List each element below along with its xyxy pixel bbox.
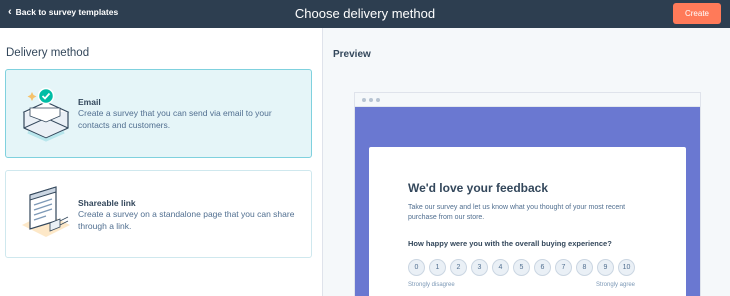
- survey-heading: We'd love your feedback: [408, 181, 549, 195]
- window-dot-icon: [369, 98, 373, 102]
- delivery-method-panel: Delivery method Email Create a survey th…: [0, 28, 322, 296]
- rating-scale: 0 1 2 3 4 5 6 7 8 9 10: [408, 259, 635, 276]
- top-bar: ‹ Back to survey templates Choose delive…: [0, 0, 730, 28]
- email-option-description: Create a survey that you can send via em…: [78, 108, 272, 130]
- preview-panel: Preview We'd love your feedback Take our…: [323, 28, 730, 296]
- scale-low-label: Strongly disagree: [408, 282, 455, 288]
- window-dot-icon: [362, 98, 366, 102]
- browser-bar: [355, 93, 700, 107]
- rating-option-8[interactable]: 8: [576, 259, 593, 276]
- create-button[interactable]: Create: [673, 3, 721, 24]
- email-option-title: Email: [78, 97, 101, 107]
- delivery-option-email[interactable]: Email Create a survey that you can send …: [5, 69, 312, 158]
- delivery-option-shareable-link[interactable]: Shareable link Create a survey on a stan…: [5, 170, 312, 258]
- rating-option-5[interactable]: 5: [513, 259, 530, 276]
- email-envelope-icon: [16, 82, 72, 142]
- rating-option-2[interactable]: 2: [450, 259, 467, 276]
- delivery-method-heading: Delivery method: [6, 47, 90, 59]
- rating-option-6[interactable]: 6: [534, 259, 551, 276]
- scale-high-label: Strongly agree: [596, 282, 636, 288]
- rating-option-1[interactable]: 1: [429, 259, 446, 276]
- rating-option-7[interactable]: 7: [555, 259, 572, 276]
- rating-option-9[interactable]: 9: [597, 259, 614, 276]
- survey-question: How happy were you with the overall buyi…: [408, 239, 612, 248]
- survey-intro: Take our survey and let us know what you…: [408, 204, 626, 221]
- shareable-link-option-description: Create a survey on a standalone page tha…: [78, 209, 295, 231]
- shareable-link-option-title: Shareable link: [78, 198, 136, 208]
- rating-option-0[interactable]: 0: [408, 259, 425, 276]
- survey-card: We'd love your feedback Take our survey …: [369, 147, 686, 296]
- page-title: Choose delivery method: [294, 6, 436, 21]
- shareable-link-page-icon: [16, 183, 72, 243]
- rating-option-3[interactable]: 3: [471, 259, 488, 276]
- rating-option-4[interactable]: 4: [492, 259, 509, 276]
- rating-option-10[interactable]: 10: [618, 259, 635, 276]
- window-dot-icon: [376, 98, 380, 102]
- preview-heading: Preview: [333, 49, 371, 60]
- browser-preview-frame: We'd love your feedback Take our survey …: [354, 92, 701, 296]
